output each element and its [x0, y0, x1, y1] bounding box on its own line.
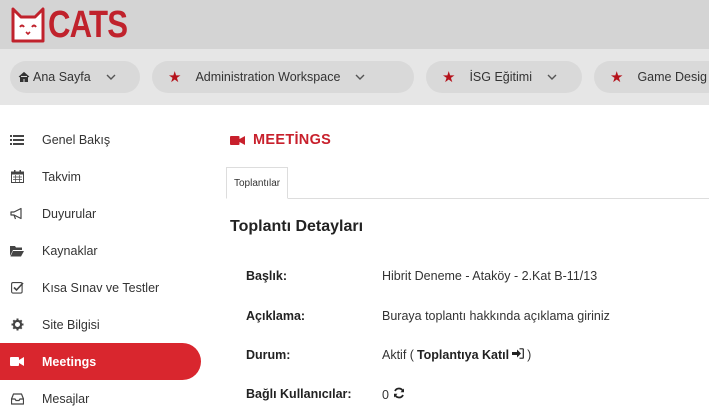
- list-icon: [10, 133, 24, 147]
- sidebar-item-label: Kısa Sınav ve Testler: [42, 280, 160, 295]
- site-tab-administration[interactable]: ★ Administration Workspace: [152, 61, 414, 93]
- detail-value: Hibrit Deneme - Ataköy - 2.Kat B-11/13: [382, 269, 598, 283]
- star-icon: ★: [442, 68, 456, 86]
- video-camera-icon: [230, 135, 245, 145]
- detail-value: Buraya toplantı hakkında açıklama girini…: [382, 309, 610, 323]
- detail-value: Aktif ( Toplantıya Katıl ): [382, 348, 531, 362]
- cats-logo[interactable]: CATS: [10, 2, 145, 48]
- sidebar-item-kaynaklar[interactable]: Kaynaklar: [0, 232, 201, 269]
- status-close: ): [527, 348, 532, 362]
- meeting-tabs: Toplantılar: [226, 167, 709, 199]
- sidebar-item-mesajlar[interactable]: Mesajlar: [0, 380, 201, 416]
- video-icon: [10, 355, 24, 369]
- sidebar-item-label: Meetings: [42, 354, 97, 369]
- calendar-icon: [10, 170, 24, 184]
- sidebar-item-label: Mesajlar: [42, 391, 90, 406]
- cat-logo-icon: [10, 5, 46, 45]
- sidebar-item-genel-bakis[interactable]: Genel Bakış: [0, 121, 201, 158]
- sidebar-item-label: Takvim: [42, 169, 81, 184]
- sidebar-item-label: Genel Bakış: [42, 132, 111, 147]
- sidebar-item-label: Site Bilgisi: [42, 317, 100, 332]
- star-icon: ★: [168, 68, 182, 86]
- tool-sidebar: Genel Bakış Takvim Duyurular Kaynaklar K…: [0, 105, 205, 416]
- chevron-down-icon: [546, 71, 558, 83]
- folder-icon: [10, 244, 24, 258]
- chevron-down-icon: [105, 71, 117, 83]
- site-tab-label: Administration Workspace: [195, 70, 341, 84]
- sign-in-icon[interactable]: [512, 348, 524, 362]
- site-tab-game-design[interactable]: ★ Game Desig: [594, 61, 709, 93]
- sidebar-item-takvim[interactable]: Takvim: [0, 158, 201, 195]
- status-text: Aktif (: [382, 348, 414, 362]
- gear-icon: [10, 318, 24, 332]
- site-tab-home[interactable]: Ana Sayfa: [10, 61, 140, 93]
- sidebar-item-site-bilgisi[interactable]: Site Bilgisi: [0, 306, 201, 343]
- site-tab-label: Game Desig: [637, 70, 707, 84]
- sidebar-item-kisa-sinav[interactable]: Kısa Sınav ve Testler: [0, 269, 201, 306]
- page-title: MEETİNGS: [230, 132, 331, 148]
- site-tab-label: Ana Sayfa: [33, 70, 91, 84]
- detail-value: 0: [382, 387, 405, 402]
- section-title: Toplantı Detayları: [230, 218, 364, 235]
- refresh-icon[interactable]: [393, 387, 405, 402]
- detail-label: Durum:: [246, 348, 291, 362]
- tab-toplantilar[interactable]: Toplantılar: [226, 167, 289, 199]
- sidebar-item-meetings[interactable]: Meetings: [0, 343, 201, 380]
- home-icon: [18, 71, 30, 83]
- site-tabs-bar: Ana Sayfa ★ Administration Workspace ★ İ…: [0, 49, 709, 105]
- star-icon: ★: [610, 68, 624, 86]
- detail-label: Açıklama:: [246, 309, 306, 323]
- bullhorn-icon: [10, 207, 24, 221]
- page-title-text: MEETİNGS: [253, 132, 332, 148]
- main-content: MEETİNGS Toplantılar Toplantı Detayları …: [205, 105, 709, 416]
- connected-users-count: 0: [382, 387, 389, 402]
- logo-text: CATS: [48, 4, 128, 46]
- sidebar-item-label: Duyurular: [42, 206, 97, 221]
- site-header: CATS: [0, 0, 709, 49]
- site-tab-label: İSG Eğitimi: [469, 70, 532, 84]
- inbox-icon: [10, 392, 24, 406]
- detail-label: Bağlı Kullanıcılar:: [246, 387, 352, 401]
- sidebar-item-label: Kaynaklar: [42, 243, 98, 258]
- site-tab-isg[interactable]: ★ İSG Eğitimi: [426, 61, 582, 93]
- chevron-down-icon: [354, 71, 366, 83]
- detail-label: Başlık:: [246, 269, 287, 283]
- join-meeting-link[interactable]: Toplantıya Katıl: [417, 348, 509, 362]
- checkbox-icon: [10, 281, 24, 295]
- sidebar-item-duyurular[interactable]: Duyurular: [0, 195, 201, 232]
